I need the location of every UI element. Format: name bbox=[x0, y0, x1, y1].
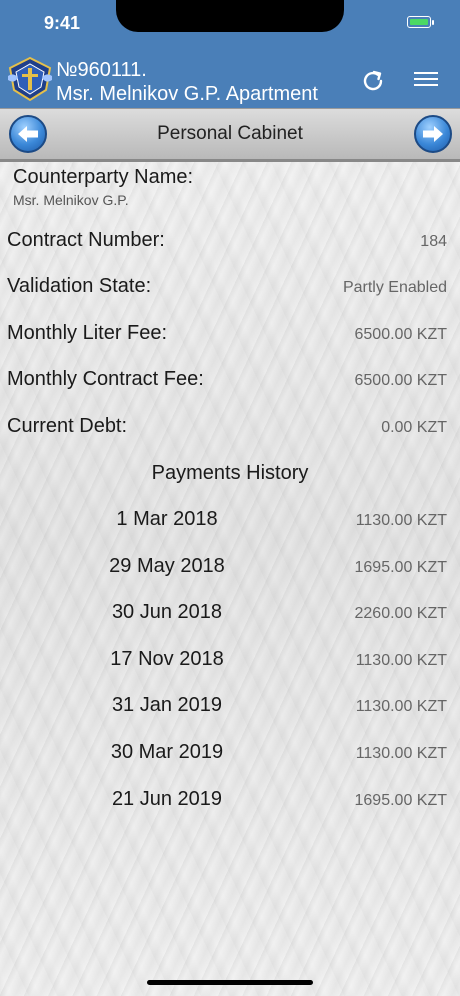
payment-row: 17 Nov 2018 1130.00 KZT bbox=[0, 648, 460, 678]
contract-number-row: Contract Number: 184 bbox=[0, 229, 460, 259]
navigation-bar: Personal Cabinet bbox=[0, 108, 460, 162]
field-label: Monthly Liter Fee: bbox=[7, 322, 168, 344]
payment-row: 30 Jun 2018 2260.00 KZT bbox=[0, 601, 460, 631]
arrow-right-icon[interactable] bbox=[414, 115, 452, 153]
hamburger-menu-icon[interactable] bbox=[414, 68, 438, 92]
field-value: Partly Enabled bbox=[342, 279, 447, 296]
current-debt-row: Current Debt: 0.00 KZT bbox=[0, 415, 460, 445]
header-title-line1: №960111. bbox=[56, 59, 147, 81]
payment-amount: 2260.00 KZT bbox=[354, 605, 448, 622]
field-value: 0.00 KZT bbox=[381, 419, 447, 436]
counterparty-name-value: Msr. Melnikov G.P. bbox=[13, 192, 129, 208]
payment-date: 29 May 2018 bbox=[109, 555, 225, 577]
payment-date: 1 Mar 2018 bbox=[116, 508, 218, 530]
payment-row: 29 May 2018 1695.00 KZT bbox=[0, 555, 460, 585]
refresh-icon[interactable] bbox=[360, 68, 386, 94]
payment-amount: 1130.00 KZT bbox=[355, 512, 447, 529]
field-label: Monthly Contract Fee: bbox=[7, 368, 204, 390]
status-time: 9:41 bbox=[44, 13, 81, 33]
payment-amount: 1695.00 KZT bbox=[354, 559, 448, 576]
payment-row: 1 Mar 2018 1130.00 KZT bbox=[0, 508, 460, 538]
payment-date: 21 Jun 2019 bbox=[111, 788, 223, 810]
payment-date: 30 Mar 2019 bbox=[110, 741, 224, 763]
payment-date: 30 Jun 2018 bbox=[111, 601, 223, 623]
device-notch bbox=[116, 0, 344, 32]
counterparty-name-label: Counterparty Name: bbox=[13, 166, 194, 188]
monthly-contract-fee-row: Monthly Contract Fee: 6500.00 KZT bbox=[0, 368, 460, 398]
payment-row: 21 Jun 2019 1695.00 KZT bbox=[0, 788, 460, 818]
monthly-liter-fee-row: Monthly Liter Fee: 6500.00 KZT bbox=[0, 322, 460, 352]
battery-icon bbox=[407, 16, 434, 28]
payment-row: 30 Mar 2019 1130.00 KZT bbox=[0, 741, 460, 771]
home-indicator[interactable] bbox=[147, 980, 313, 985]
field-label: Contract Number: bbox=[7, 229, 165, 251]
header-title-line2: Msr. Melnikov G.P. Apartment bbox=[56, 83, 318, 105]
field-label: Current Debt: bbox=[7, 415, 128, 437]
page-title: Personal Cabinet bbox=[157, 123, 303, 144]
app-header: 9:41 №960111. Msr. Melnikov G.P. Apartme… bbox=[0, 0, 460, 108]
field-value: 6500.00 KZT bbox=[354, 326, 448, 343]
emblem-shield-icon bbox=[6, 54, 54, 104]
payment-amount: 1130.00 KZT bbox=[355, 745, 447, 762]
payment-amount: 1130.00 KZT bbox=[355, 698, 447, 715]
field-value: 6500.00 KZT bbox=[354, 372, 448, 389]
payments-history-title: Payments History bbox=[151, 462, 309, 484]
payment-amount: 1695.00 KZT bbox=[354, 792, 448, 809]
payment-date: 31 Jan 2019 bbox=[111, 694, 223, 716]
field-label: Validation State: bbox=[7, 275, 152, 297]
validation-state-row: Validation State: Partly Enabled bbox=[0, 275, 460, 305]
payment-amount: 1130.00 KZT bbox=[355, 652, 447, 669]
field-value: 184 bbox=[420, 233, 447, 250]
payment-row: 31 Jan 2019 1130.00 KZT bbox=[0, 694, 460, 724]
payment-date: 17 Nov 2018 bbox=[110, 648, 224, 670]
